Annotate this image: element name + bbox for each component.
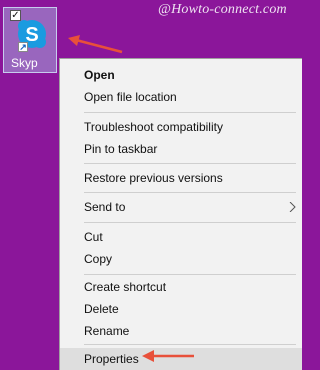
chevron-right-icon	[289, 202, 296, 212]
menu-item-pin-to-taskbar[interactable]: Pin to taskbar	[60, 138, 302, 160]
desktop-icon-label: Skyp	[11, 56, 38, 70]
menu-item-open[interactable]: Open	[60, 64, 302, 86]
menu-item-send-to[interactable]: Send to	[60, 196, 302, 218]
menu-item-delete[interactable]: Delete	[60, 298, 302, 320]
menu-separator	[84, 192, 296, 193]
menu-separator	[84, 112, 296, 113]
menu-item-restore-previous-versions[interactable]: Restore previous versions	[60, 167, 302, 189]
shortcut-arrow-icon: ↗	[18, 42, 28, 52]
annotation-arrow-icon	[68, 35, 123, 54]
desktop-icon-skype[interactable]: ✓ S ↗ Skyp	[3, 7, 57, 73]
menu-separator	[84, 344, 296, 345]
menu-item-open-file-location[interactable]: Open file location	[60, 86, 302, 108]
annotation-arrow-icon	[142, 350, 194, 362]
menu-item-create-shortcut[interactable]: Create shortcut	[60, 276, 302, 298]
watermark-text: @Howto-connect.com	[158, 2, 287, 17]
menu-item-copy[interactable]: Copy	[60, 248, 302, 270]
send-to-label: Send to	[84, 200, 126, 214]
menu-separator	[84, 222, 296, 223]
menu-item-troubleshoot-compatibility[interactable]: Troubleshoot compatibility	[60, 116, 302, 138]
menu-separator	[84, 274, 296, 275]
menu-item-cut[interactable]: Cut	[60, 226, 302, 248]
context-menu: Open Open file location Troubleshoot com…	[59, 58, 302, 370]
menu-separator	[84, 163, 296, 164]
menu-item-rename[interactable]: Rename	[60, 320, 302, 342]
